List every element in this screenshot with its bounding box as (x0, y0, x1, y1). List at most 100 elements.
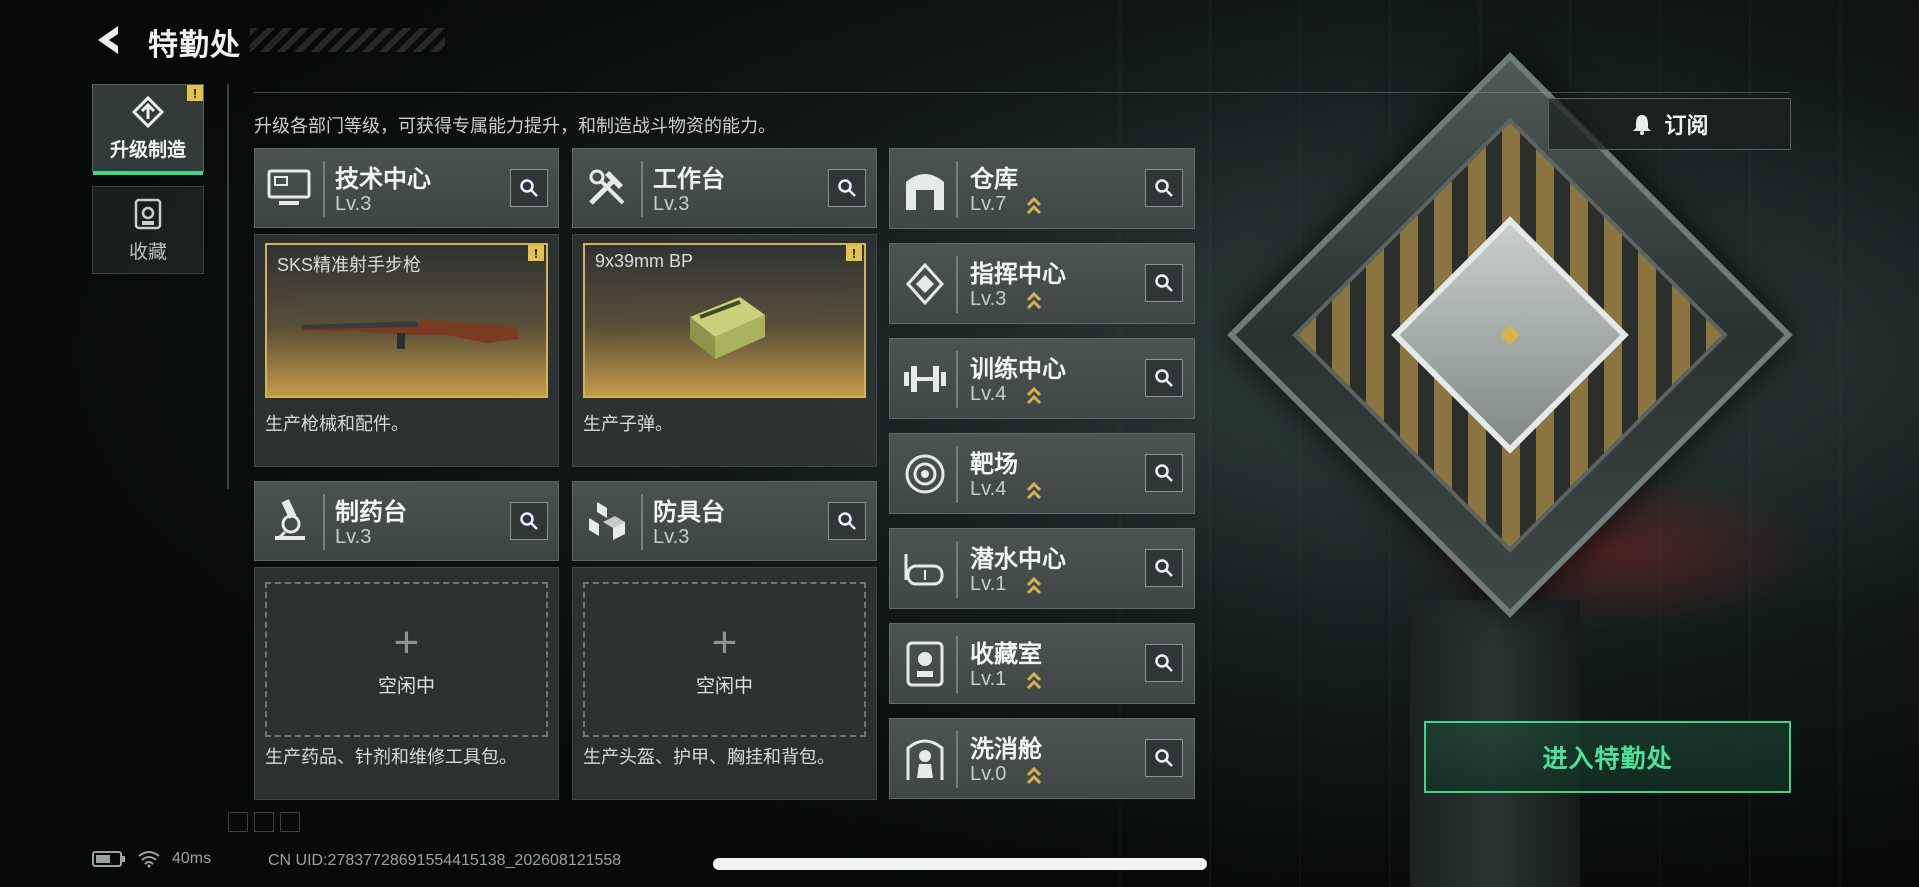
search-icon (1155, 749, 1173, 767)
dept-workbench-body: 9x39mm BP ! 生产子弹。 (572, 234, 877, 467)
page-description: 升级各部门等级，可获得专属能力提升，和制造战斗物资的能力。 (254, 116, 776, 136)
ping-value: 40ms (172, 850, 212, 867)
upgrade-chevron-icon (1026, 196, 1042, 215)
dept-description: 生产枪械和配件。 (265, 414, 409, 434)
rifle-image (302, 319, 519, 349)
search-button[interactable] (828, 502, 866, 540)
search-button[interactable] (1145, 454, 1183, 492)
nav-divider (227, 84, 229, 489)
search-button[interactable] (1145, 169, 1183, 207)
facility-level: Lv.4 (970, 478, 1007, 500)
production-item-name: 9x39mm BP (595, 251, 694, 271)
search-icon (1155, 654, 1173, 672)
facility-decontamination[interactable]: 洗消舱 Lv.0 (889, 718, 1195, 799)
command-icon (905, 262, 945, 306)
top-divider (254, 92, 1790, 93)
dept-pharmacy-body: + 空闲中 生产药品、针剂和维修工具包。 (254, 567, 559, 800)
search-button[interactable] (1145, 264, 1183, 302)
dept-workbench-header[interactable]: 工作台 Lv.3 (572, 148, 877, 228)
facility-name: 靶场 (970, 451, 1018, 478)
search-icon (1155, 559, 1173, 577)
facility-diving-center[interactable]: 潜水中心 Lv.1 (889, 528, 1195, 609)
back-button[interactable] (92, 22, 128, 58)
facility-training-center[interactable]: 训练中心 Lv.4 (889, 338, 1195, 419)
trophy-case-icon (906, 641, 944, 687)
facility-collection-room[interactable]: 收藏室 Lv.1 (889, 623, 1195, 704)
dumbbell-icon (904, 366, 946, 392)
nav-label-upgrade: 升级制造 (109, 139, 186, 161)
plus-icon: + (393, 618, 420, 667)
battery-icon (92, 851, 125, 867)
production-slot[interactable]: 9x39mm BP ! (583, 243, 866, 398)
search-icon (1155, 179, 1173, 197)
nav-upgrade-craft[interactable]: 升级制造 ! (92, 84, 204, 175)
user-uid: CN UID:27837728691554415138_202608121558 (268, 852, 622, 869)
dept-tech-center-header[interactable]: 技术中心 Lv.3 (254, 148, 559, 228)
dept-armor-body: + 空闲中 生产头盔、护甲、胸挂和背包。 (572, 567, 877, 800)
home-indicator[interactable] (713, 858, 1207, 870)
search-button[interactable] (828, 169, 866, 207)
upgrade-icon (131, 95, 165, 128)
facility-name: 潜水中心 (970, 546, 1066, 573)
dept-armor-header[interactable]: 防具台 Lv.3 (572, 481, 877, 561)
facility-name: 训练中心 (970, 356, 1066, 383)
dept-level: Lv.3 (653, 526, 690, 548)
facility-level: Lv.7 (970, 193, 1007, 215)
dept-description: 生产药品、针剂和维修工具包。 (265, 747, 517, 767)
ammo-box-image (690, 297, 765, 359)
nav-collection[interactable]: 收藏 (92, 186, 204, 274)
decon-icon (906, 739, 944, 780)
upgrade-chevron-icon (1026, 291, 1042, 310)
nav-label-collection: 收藏 (128, 241, 167, 263)
plus-icon: + (711, 618, 738, 667)
enter-special-ops-button[interactable]: 进入特勤处 (1424, 721, 1791, 793)
warning-badge: ! (846, 245, 862, 261)
dept-pharmacy-header[interactable]: 制药台 Lv.3 (254, 481, 559, 561)
search-button[interactable] (1145, 644, 1183, 682)
facility-level: Lv.0 (970, 763, 1007, 785)
facility-warehouse[interactable]: 仓库 Lv.7 (889, 148, 1195, 229)
search-button[interactable] (1145, 739, 1183, 777)
search-button[interactable] (1145, 549, 1183, 587)
search-button[interactable] (510, 169, 548, 207)
status-bar: 40ms (92, 850, 211, 868)
search-icon (520, 512, 538, 530)
idle-slot[interactable]: + 空闲中 (265, 582, 548, 737)
diving-mask-icon (904, 554, 944, 586)
dept-level: Lv.3 (653, 193, 690, 215)
dept-description: 生产子弹。 (583, 414, 673, 434)
facility-name: 指挥中心 (970, 261, 1066, 288)
dept-name: 工作台 (653, 166, 725, 193)
armor-blocks-icon (589, 502, 625, 540)
search-icon (838, 179, 856, 197)
idle-slot[interactable]: + 空闲中 (583, 582, 866, 737)
production-slot[interactable]: SKS精准射手步枪 ! (265, 243, 548, 398)
facility-command-center[interactable]: 指挥中心 Lv.3 (889, 243, 1195, 324)
search-icon (520, 179, 538, 197)
page-title: 特勤处 (148, 29, 241, 62)
search-icon (1155, 464, 1173, 482)
facility-level: Lv.1 (970, 668, 1007, 690)
search-button[interactable] (1145, 359, 1183, 397)
dept-level: Lv.3 (335, 526, 372, 548)
facility-level: Lv.4 (970, 383, 1007, 405)
upgrade-chevron-icon (1026, 576, 1042, 595)
wifi-icon (138, 851, 160, 868)
search-icon (1155, 274, 1173, 292)
search-icon (838, 512, 856, 530)
subscribe-button[interactable]: 订阅 (1548, 98, 1791, 150)
facility-level: Lv.3 (970, 288, 1007, 310)
production-item-name: SKS精准射手步枪 (277, 255, 422, 275)
title-decoration (250, 28, 445, 52)
search-button[interactable] (510, 502, 548, 540)
dept-tech-center-body: SKS精准射手步枪 ! 生产枪械和配件。 (254, 234, 559, 467)
tools-icon (589, 169, 625, 205)
collection-icon (134, 198, 162, 229)
warning-badge: ! (187, 85, 203, 101)
subscribe-label: 订阅 (1664, 113, 1709, 138)
facility-name: 洗消舱 (970, 736, 1042, 763)
upgrade-chevron-icon (1026, 766, 1042, 785)
back-arrow-icon (98, 26, 118, 54)
facility-shooting-range[interactable]: 靶场 Lv.4 (889, 433, 1195, 514)
dept-name: 防具台 (653, 499, 725, 526)
